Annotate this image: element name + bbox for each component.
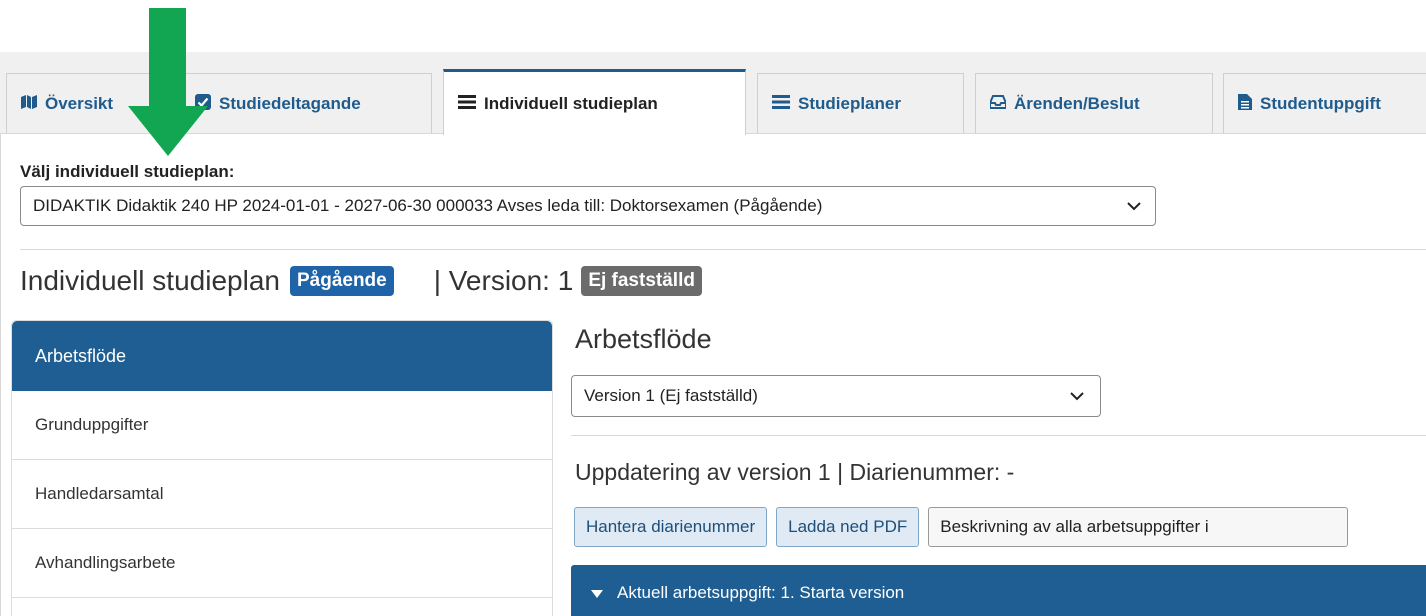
version-select-value: Version 1 (Ej fastställd) <box>584 386 758 405</box>
tab-bar: Översikt Studiedeltagande Individuell st… <box>0 52 1426 135</box>
tab-label: Studiedeltagande <box>219 94 361 113</box>
plan-select-value: DIDAKTIK Didaktik 240 HP 2024-01-01 - 20… <box>33 196 823 215</box>
tab-label: Ärenden/Beslut <box>1014 94 1140 113</box>
top-strip <box>0 0 1426 52</box>
list-icon <box>772 94 790 114</box>
list-icon <box>458 94 476 114</box>
current-task-label: Aktuell arbetsuppgift: 1. Starta version <box>617 582 905 602</box>
chevron-down-icon <box>1125 197 1143 220</box>
tab-studentuppgifter[interactable]: Studentuppgift <box>1223 73 1426 134</box>
describe-tasks-button[interactable]: Beskrivning av alla arbetsuppgifter i <box>928 507 1349 547</box>
inbox-icon <box>989 94 1007 114</box>
tab-individuell-studieplan[interactable]: Individuell studieplan <box>443 69 746 135</box>
annotation-arrow-down-icon <box>128 8 208 156</box>
download-pdf-button[interactable]: Ladda ned PDF <box>776 507 920 547</box>
version-select[interactable]: Version 1 (Ej fastställd) <box>571 375 1101 417</box>
update-title: Uppdatering av version 1 | Diarienummer:… <box>575 459 1015 485</box>
tab-label: Individuell studieplan <box>484 93 658 113</box>
chevron-down-icon <box>1068 387 1086 410</box>
version-text: | Version: 1 <box>433 265 574 296</box>
version-status-badge: Ej fastställd <box>581 266 702 296</box>
button-row: Hantera diarienummer Ladda ned PDF Beskr… <box>574 507 1349 547</box>
file-icon <box>1238 93 1252 115</box>
plan-select-label: Välj individuell studieplan: <box>20 162 235 181</box>
manage-registration-number-button[interactable]: Hantera diarienummer <box>574 507 768 547</box>
caret-down-icon <box>591 583 603 603</box>
tab-studiedeltagande[interactable]: Studiedeltagande <box>180 73 432 134</box>
page-title-text: Individuell studieplan <box>20 265 280 296</box>
tab-studieplaner[interactable]: Studieplaner <box>757 73 964 134</box>
left-nav: Arbetsflöde Grunduppgifter Handledarsamt… <box>11 320 553 616</box>
tab-label: Studieplaner <box>798 94 901 113</box>
main-panel: Arbetsflöde Version 1 (Ej fastställd) Up… <box>571 320 1426 616</box>
content-panel: Välj individuell studieplan: DIDAKTIK Di… <box>0 133 1426 616</box>
map-icon <box>21 94 37 115</box>
plan-select[interactable]: DIDAKTIK Didaktik 240 HP 2024-01-01 - 20… <box>20 186 1156 226</box>
tab-arenden-beslut[interactable]: Ärenden/Beslut <box>975 73 1213 134</box>
nav-item-arbetsflode[interactable]: Arbetsflöde <box>12 321 552 391</box>
divider <box>571 435 1426 436</box>
page-title: Individuell studieplan Pågående | Versio… <box>20 265 702 297</box>
nav-item-grunduppgifter[interactable]: Grunduppgifter <box>12 391 552 460</box>
current-task-accordion[interactable]: Aktuell arbetsuppgift: 1. Starta version <box>571 565 1426 616</box>
divider <box>20 249 1426 250</box>
section-title: Arbetsflöde <box>575 324 712 354</box>
tab-label: Översikt <box>45 94 114 113</box>
status-badge: Pågående <box>289 266 394 296</box>
nav-item-avhandlingsarbete[interactable]: Avhandlingsarbete <box>12 529 552 598</box>
nav-item-handledarsamtal[interactable]: Handledarsamtal <box>12 460 552 529</box>
tab-label: Studentuppgift <box>1260 94 1381 113</box>
